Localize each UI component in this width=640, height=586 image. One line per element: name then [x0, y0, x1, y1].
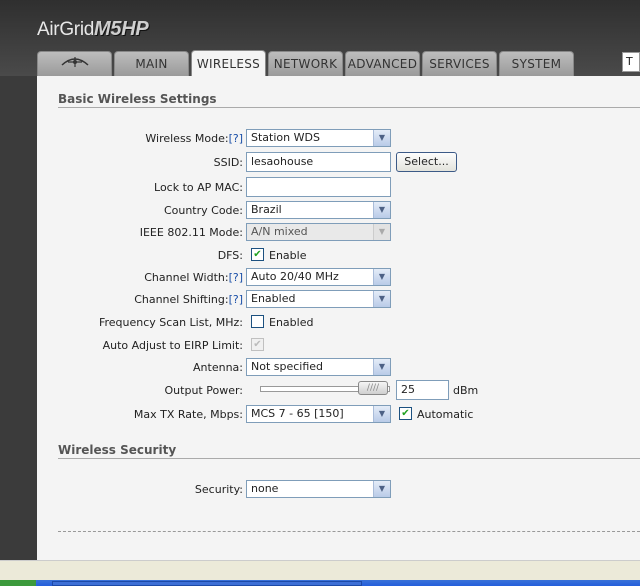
- channel-shifting-value: Enabled: [251, 292, 296, 305]
- chevron-down-icon: ▼: [373, 406, 390, 422]
- tools-dropdown[interactable]: T: [622, 52, 640, 72]
- auto-adjust-checkbox: ✔: [251, 338, 264, 351]
- dfs-checkbox[interactable]: ✔: [251, 248, 264, 261]
- max-tx-rate-auto-checkbox[interactable]: ✔: [399, 407, 412, 420]
- taskbar-window-item[interactable]: [52, 581, 362, 586]
- dfs-checkbox-label: Enable: [269, 249, 307, 262]
- footer-divider: [58, 531, 640, 532]
- tab-main[interactable]: MAIN: [114, 51, 189, 76]
- output-power-slider-handle[interactable]: ////: [358, 381, 388, 395]
- antenna-label: Antenna:: [193, 361, 243, 374]
- freq-scan-checkbox[interactable]: [251, 315, 264, 328]
- country-code-select[interactable]: Brazil ▼: [246, 201, 391, 219]
- antenna-value: Not specified: [251, 360, 324, 373]
- section-divider: [58, 458, 640, 459]
- tab-wireless[interactable]: WIRELESS: [191, 50, 266, 77]
- output-power-label: Output Power:: [164, 384, 243, 397]
- header-bar: AirGridM5HP MAIN WIRELESS NETWORK ADVANC…: [0, 0, 640, 77]
- ieee-mode-label: IEEE 802.11 Mode:: [139, 226, 243, 239]
- brand-name: AirGrid: [37, 19, 95, 40]
- max-tx-rate-select[interactable]: MCS 7 - 65 [150] ▼: [246, 405, 391, 423]
- channel-width-help-link[interactable]: [?]: [229, 271, 243, 284]
- output-power-input[interactable]: 25: [396, 380, 449, 400]
- max-tx-rate-label: Max TX Rate, Mbps:: [133, 408, 243, 421]
- lock-ap-mac-input[interactable]: [246, 177, 391, 197]
- chevron-down-icon: ▼: [373, 481, 390, 497]
- tab-services[interactable]: SERVICES: [422, 51, 497, 76]
- security-label: Security:: [194, 483, 243, 496]
- auto-adjust-label: Auto Adjust to EIRP Limit:: [102, 339, 243, 352]
- channel-width-value: Auto 20/40 MHz: [251, 270, 339, 283]
- tab-home[interactable]: [37, 51, 112, 76]
- tab-network[interactable]: NETWORK: [268, 51, 343, 76]
- ssid-input[interactable]: lesaohouse: [246, 152, 391, 172]
- chevron-down-icon: ▼: [373, 269, 390, 285]
- country-code-label: Country Code:: [163, 204, 243, 217]
- dfs-label: DFS:: [217, 249, 243, 262]
- security-value: none: [251, 482, 279, 495]
- ieee-mode-value: A/N mixed: [251, 225, 308, 238]
- security-select[interactable]: none ▼: [246, 480, 391, 498]
- content-panel: Basic Wireless Settings Wireless Mode:[?…: [37, 76, 640, 560]
- wireless-mode-select[interactable]: Station WDS ▼: [246, 129, 391, 147]
- ubiquiti-logo-icon: [60, 55, 90, 73]
- browser-status-bar: [0, 560, 640, 581]
- wireless-mode-value: Station WDS: [251, 131, 320, 144]
- max-tx-rate-value: MCS 7 - 65 [150]: [251, 407, 344, 420]
- wireless-security-title: Wireless Security: [58, 443, 177, 457]
- tab-advanced[interactable]: ADVANCED: [345, 51, 420, 76]
- channel-width-select[interactable]: Auto 20/40 MHz ▼: [246, 268, 391, 286]
- channel-shifting-help-link[interactable]: [?]: [229, 293, 243, 306]
- tab-system[interactable]: SYSTEM: [499, 51, 574, 76]
- output-power-unit: dBm: [453, 384, 479, 397]
- wireless-mode-help-link[interactable]: [?]: [229, 132, 243, 145]
- freq-scan-checkbox-label: Enabled: [269, 316, 314, 329]
- brand-model: M5HP: [94, 18, 149, 40]
- chevron-down-icon: ▼: [373, 291, 390, 307]
- ssid-label: SSID:: [213, 156, 243, 169]
- brand-logo: AirGridM5HP: [37, 18, 149, 41]
- antenna-select[interactable]: Not specified ▼: [246, 358, 391, 376]
- start-button[interactable]: [0, 580, 36, 586]
- channel-width-label: Channel Width:[?]: [144, 271, 243, 284]
- channel-shifting-label: Channel Shifting:[?]: [134, 293, 243, 306]
- max-tx-rate-auto-label: Automatic: [417, 408, 474, 421]
- section-divider: [58, 107, 640, 108]
- country-code-value: Brazil: [251, 203, 282, 216]
- chevron-down-icon: ▼: [373, 359, 390, 375]
- chevron-down-icon: ▼: [373, 202, 390, 218]
- lock-ap-mac-label: Lock to AP MAC:: [154, 181, 243, 194]
- chevron-down-icon: ▼: [373, 224, 390, 240]
- channel-shifting-select[interactable]: Enabled ▼: [246, 290, 391, 308]
- wireless-mode-label: Wireless Mode:[?]: [145, 132, 243, 145]
- chevron-down-icon: ▼: [373, 130, 390, 146]
- ssid-select-button[interactable]: Select...: [396, 152, 457, 172]
- basic-settings-title: Basic Wireless Settings: [58, 92, 217, 106]
- ieee-mode-select: A/N mixed ▼: [246, 223, 391, 241]
- freq-scan-label: Frequency Scan List, MHz:: [98, 316, 243, 329]
